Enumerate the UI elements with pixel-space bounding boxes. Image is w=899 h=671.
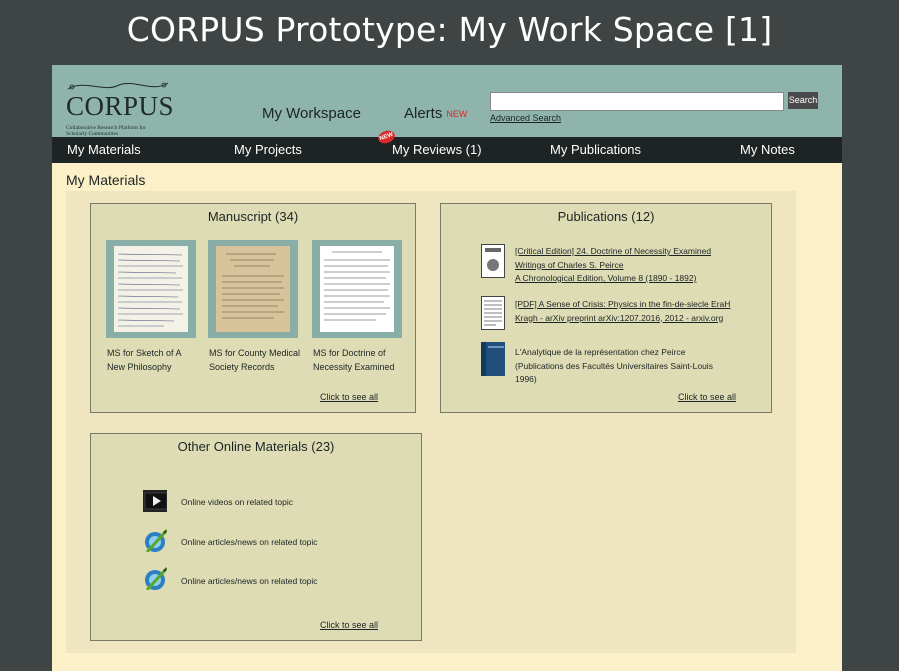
blue-book-icon	[481, 342, 505, 376]
publications-panel-title: Publications (12)	[557, 209, 655, 224]
nav-my-reviews[interactable]: My Reviews (1)	[392, 142, 482, 157]
manuscript-page-icon	[320, 246, 394, 332]
other-material-item[interactable]: Online articles/news on related topic	[181, 537, 318, 547]
header: CORPUS Collaborative Research Platform f…	[52, 65, 842, 137]
publications-panel: Publications (12) [Critical Edition] 24.…	[440, 203, 772, 413]
publication-item[interactable]: L'Analytique de la représentation chez P…	[515, 346, 713, 387]
content-area: Manuscript (34) MS for Sketch of A New P…	[66, 191, 796, 653]
nav-my-notes[interactable]: My Notes	[740, 142, 795, 157]
manuscript-label[interactable]: MS for Sketch of A New Philosophy	[107, 346, 199, 374]
publications-see-all-link[interactable]: Click to see all	[678, 392, 736, 402]
tab-alerts-label: Alerts	[404, 105, 443, 122]
publication-line[interactable]: A Chronological Edition, Volume 8 (1890 …	[515, 272, 711, 286]
nav-my-materials[interactable]: My Materials	[67, 142, 141, 157]
slide-title: CORPUS Prototype: My Work Space [1]	[126, 10, 773, 49]
manuscript-thumbnail[interactable]	[312, 240, 402, 338]
manuscript-panel-title: Manuscript (34)	[207, 209, 299, 224]
search-button[interactable]: Search	[788, 92, 818, 109]
manuscript-page-icon	[114, 246, 188, 332]
video-icon	[143, 490, 167, 512]
manuscript-see-all-link[interactable]: Click to see all	[320, 392, 378, 402]
publication-line[interactable]: Kragh - arXiv preprint arXiv:1207.2016, …	[515, 312, 730, 326]
logo-wordmark: CORPUS	[66, 91, 175, 121]
manuscript-thumbnail[interactable]	[208, 240, 298, 338]
article-pen-icon	[145, 566, 167, 590]
section-title: My Materials	[66, 172, 146, 188]
manuscript-thumbnail[interactable]	[106, 240, 196, 338]
other-materials-see-all-link[interactable]: Click to see all	[320, 620, 378, 630]
publication-line[interactable]: Writings of Charles S. Peirce	[515, 259, 711, 273]
book-cover-icon	[481, 244, 505, 278]
pdf-document-icon	[481, 296, 505, 330]
app-window: CORPUS Collaborative Research Platform f…	[52, 65, 842, 671]
manuscript-label[interactable]: MS for Doctrine of Necessity Examined	[313, 346, 405, 374]
publication-item[interactable]: [PDF] A Sense of Crisis: Physics in the …	[515, 298, 730, 325]
corpus-logo[interactable]: CORPUS Collaborative Research Platform f…	[64, 79, 175, 137]
manuscript-label[interactable]: MS for County Medical Society Records	[209, 346, 301, 374]
tab-alerts[interactable]: Alerts NEW	[404, 105, 467, 122]
search-input[interactable]	[490, 92, 784, 111]
manuscript-page-icon	[216, 246, 290, 332]
other-material-item[interactable]: Online articles/news on related topic	[181, 576, 318, 586]
publication-item[interactable]: [Critical Edition] 24. Doctrine of Neces…	[515, 245, 711, 286]
article-pen-icon	[145, 528, 167, 552]
nav-my-publications[interactable]: My Publications	[550, 142, 641, 157]
publication-line: (Publications des Facultés Universitaire…	[515, 360, 713, 371]
tab-my-workspace[interactable]: My Workspace	[262, 105, 361, 122]
alerts-new-badge: NEW	[446, 109, 468, 119]
advanced-search-link[interactable]: Advanced Search	[490, 113, 561, 123]
logo-tagline: Collaborative Research Platform for Scho…	[66, 125, 146, 137]
other-materials-panel-title: Other Online Materials (23)	[177, 439, 335, 454]
main-nav: My Materials My Projects NEW My Reviews …	[52, 128, 842, 163]
publication-line[interactable]: [PDF] A Sense of Crisis: Physics in the …	[515, 298, 730, 312]
manuscript-panel: Manuscript (34) MS for Sketch of A New P…	[90, 203, 416, 413]
publication-line[interactable]: [Critical Edition] 24. Doctrine of Neces…	[515, 245, 711, 259]
other-materials-panel: Other Online Materials (23) Online video…	[90, 433, 422, 641]
publication-line: L'Analytique de la représentation chez P…	[515, 347, 686, 357]
publication-line: 1996)	[515, 374, 537, 384]
nav-my-projects[interactable]: My Projects	[234, 142, 302, 157]
other-material-item[interactable]: Online videos on related topic	[181, 497, 293, 507]
